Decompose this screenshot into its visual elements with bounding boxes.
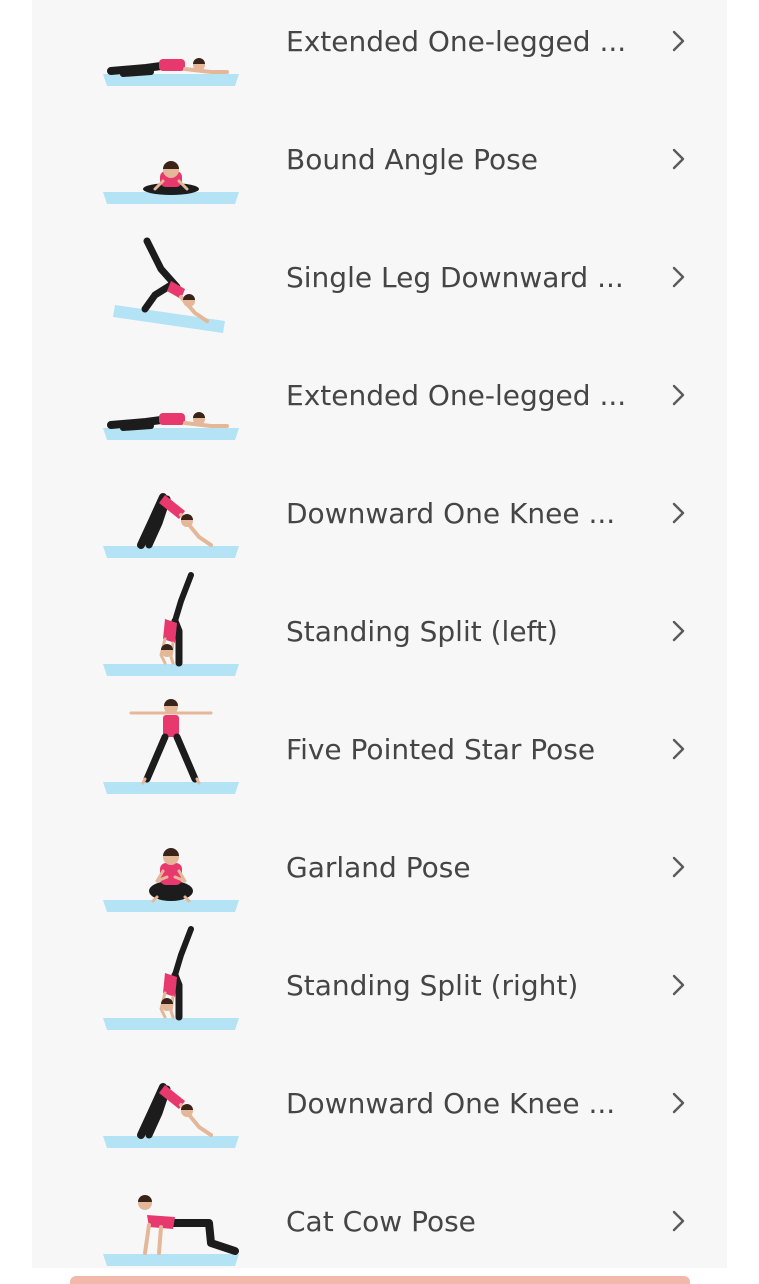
pose-list-item[interactable]: Single Leg Downward ... bbox=[32, 218, 727, 336]
downward-dog-icon bbox=[86, 454, 256, 572]
chevron-right-icon bbox=[666, 1208, 690, 1234]
pose-name: Downward One Knee ... bbox=[286, 496, 616, 530]
downward-dog-icon bbox=[86, 1044, 256, 1162]
chevron-right-icon bbox=[666, 618, 690, 644]
chevron-right-icon bbox=[666, 264, 690, 290]
pose-name: Bound Angle Pose bbox=[286, 142, 538, 176]
chevron-right-icon bbox=[666, 854, 690, 880]
pose-name: Standing Split (left) bbox=[286, 614, 558, 648]
chevron-right-icon bbox=[666, 28, 690, 54]
pose-name: Cat Cow Pose bbox=[286, 1204, 476, 1238]
chevron-right-icon bbox=[666, 500, 690, 526]
chevron-right-icon bbox=[666, 972, 690, 998]
lying-forward-fold-icon bbox=[86, 0, 256, 100]
pose-list-item[interactable]: Standing Split (right) bbox=[32, 926, 727, 1044]
bottom-action-bar-edge[interactable] bbox=[70, 1276, 690, 1284]
pose-list: Extended One-legged ... Bound Angle Pose S… bbox=[32, 0, 727, 1268]
chevron-right-icon bbox=[666, 1090, 690, 1116]
pose-list-item[interactable]: Standing Split (left) bbox=[32, 572, 727, 690]
pose-list-item[interactable]: Five Pointed Star Pose bbox=[32, 690, 727, 808]
chevron-right-icon bbox=[666, 146, 690, 172]
pose-list-item[interactable]: Cat Cow Pose bbox=[32, 1162, 727, 1280]
chevron-right-icon bbox=[666, 736, 690, 762]
single-leg-down-dog-icon bbox=[86, 218, 256, 336]
bound-angle-icon bbox=[86, 100, 256, 218]
pose-list-item[interactable]: Bound Angle Pose bbox=[32, 100, 727, 218]
chevron-right-icon bbox=[666, 382, 690, 408]
pose-name: Five Pointed Star Pose bbox=[286, 732, 596, 766]
pose-name: Downward One Knee ... bbox=[286, 1086, 616, 1120]
standing-split-icon bbox=[86, 926, 256, 1044]
pose-name: Garland Pose bbox=[286, 850, 471, 884]
cat-cow-icon bbox=[86, 1162, 256, 1280]
pose-list-item[interactable]: Extended One-legged ... bbox=[32, 0, 727, 100]
pose-list-item[interactable]: Garland Pose bbox=[32, 808, 727, 926]
pose-list-item[interactable]: Downward One Knee ... bbox=[32, 454, 727, 572]
pose-list-item[interactable]: Downward One Knee ... bbox=[32, 1044, 727, 1162]
pose-list-item[interactable]: Extended One-legged ... bbox=[32, 336, 727, 454]
pose-name: Extended One-legged ... bbox=[286, 378, 627, 412]
standing-split-icon bbox=[86, 572, 256, 690]
pose-name: Standing Split (right) bbox=[286, 968, 579, 1002]
pose-name: Single Leg Downward ... bbox=[286, 260, 624, 294]
lying-forward-fold-icon bbox=[86, 336, 256, 454]
garland-pose-icon bbox=[86, 808, 256, 926]
pose-name: Extended One-legged ... bbox=[286, 24, 627, 58]
star-pose-icon bbox=[86, 690, 256, 808]
